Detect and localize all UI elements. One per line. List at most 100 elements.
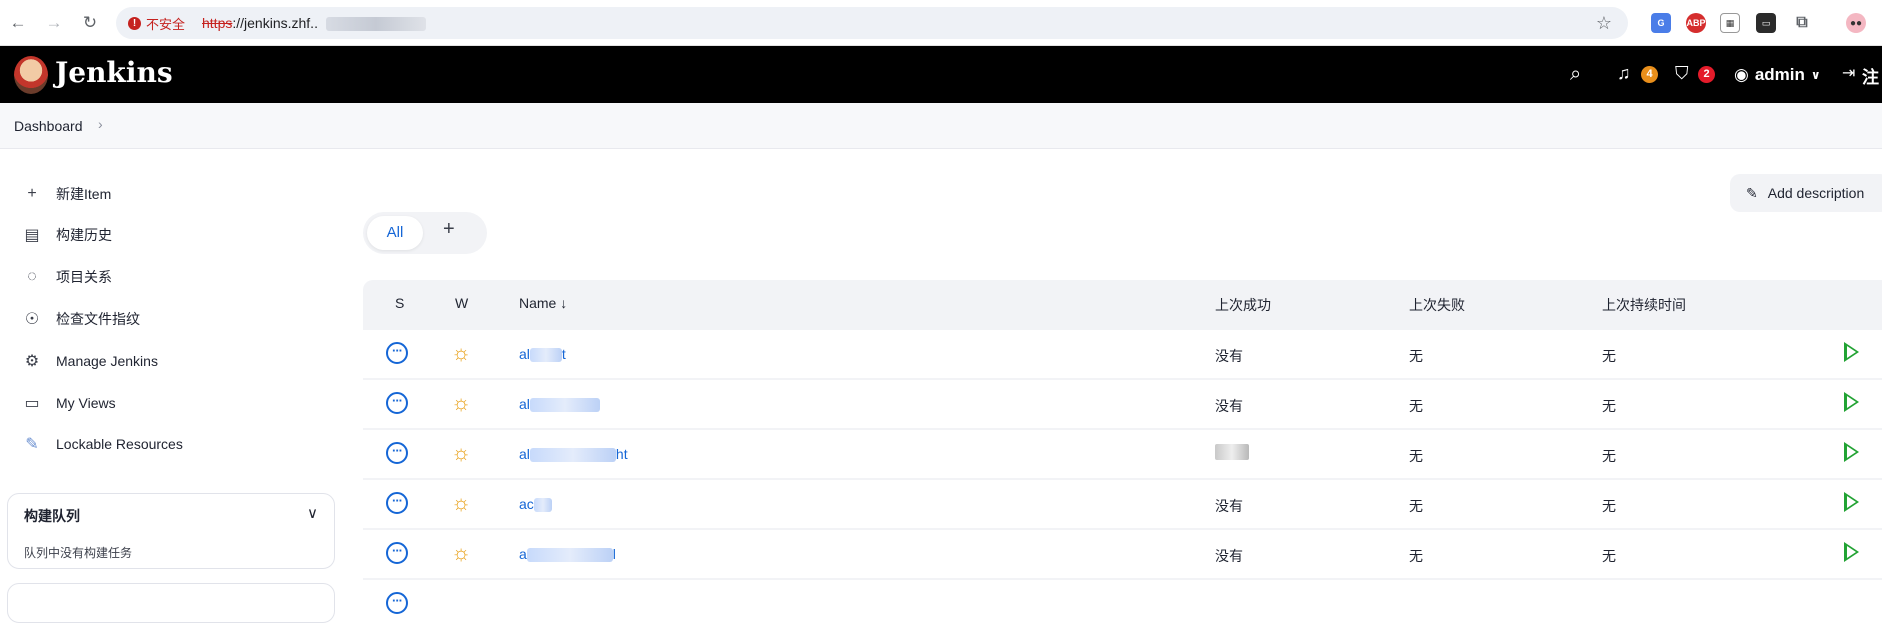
sidebar-item-build-history[interactable]: ▤ 构建历史	[22, 222, 112, 248]
sidebar-item-label: 构建历史	[56, 227, 112, 243]
status-not-built-icon[interactable]: ···	[386, 392, 408, 414]
browser-toolbar: ← → ↻ ! 不安全 https://jenkins.zhf.. ☆ G AB…	[0, 0, 1882, 46]
logout-icon[interactable]: ⇥	[1842, 63, 1855, 83]
relationship-icon: ◌	[27, 268, 37, 285]
sidebar-item-manage-jenkins[interactable]: ⚙ Manage Jenkins	[22, 348, 158, 374]
search-icon[interactable]: ⌕	[1570, 63, 1581, 86]
table-header: S W Name ↓ 上次成功 上次失败 上次持续时间	[363, 280, 1882, 328]
build-now-play-icon[interactable]	[1844, 492, 1859, 512]
build-queue-empty: 队列中没有构建任务	[24, 546, 133, 560]
add-description-button[interactable]: ✎ Add description	[1730, 174, 1882, 212]
inbox-icon: ▤	[24, 227, 40, 244]
column-last-failure[interactable]: 上次失败	[1409, 295, 1465, 315]
url-text: https://jenkins.zhf..	[202, 15, 318, 31]
brand-title[interactable]: Jenkins	[55, 56, 173, 89]
pencil-icon: ✎	[1746, 184, 1758, 201]
sidebar-item-label: 检查文件指纹	[56, 311, 140, 327]
last-duration: 无	[1602, 548, 1616, 564]
breadcrumb-dashboard[interactable]: Dashboard	[14, 118, 83, 134]
last-success: 没有	[1215, 348, 1243, 364]
sidebar-item-fingerprint[interactable]: ☉ 检查文件指纹	[22, 306, 140, 332]
security-badge[interactable]: 2	[1698, 66, 1715, 83]
view-tabs: All +	[363, 212, 487, 254]
bell-icon[interactable]: ♫	[1617, 63, 1631, 84]
chevron-down-icon[interactable]: ∨	[307, 504, 318, 522]
last-failure: 无	[1409, 348, 1423, 364]
fingerprint-icon: ☉	[24, 311, 40, 328]
url-scheme: https	[202, 15, 233, 31]
last-duration: 无	[1602, 448, 1616, 464]
column-name[interactable]: Name ↓	[519, 295, 567, 311]
shield-icon[interactable]: ⛉	[1675, 63, 1689, 84]
table-row: ··· ☼ al t 没有 无 无	[363, 328, 1882, 376]
job-link[interactable]: al	[519, 396, 600, 413]
table-row: ··· ☼ al ht 无 无	[363, 428, 1882, 476]
status-not-built-icon[interactable]: ···	[386, 342, 408, 364]
last-failure: 无	[1409, 498, 1423, 514]
column-name-label: Name	[519, 295, 557, 311]
puzzle-extensions-icon[interactable]: ⧉	[1792, 13, 1812, 33]
sidebar-item-my-views[interactable]: ▭ My Views	[22, 390, 116, 416]
jenkins-logo-icon[interactable]	[14, 56, 48, 94]
last-success: 没有	[1215, 548, 1243, 564]
adblock-extension-icon[interactable]: ABP	[1686, 13, 1706, 33]
sidebar-item-label: 项目关系	[56, 269, 112, 285]
forward-icon[interactable]: →	[42, 11, 66, 35]
status-not-built-icon[interactable]: ···	[386, 592, 408, 614]
qr-extension-icon[interactable]: ▦	[1720, 13, 1740, 33]
user-circle-icon: ◉	[1734, 65, 1749, 84]
job-link[interactable]: al t	[519, 346, 566, 363]
back-icon[interactable]: ←	[6, 11, 30, 35]
job-link[interactable]: al	[519, 546, 616, 563]
sidebar-item-label: My Views	[56, 395, 116, 411]
status-not-built-icon[interactable]: ···	[386, 542, 408, 564]
table-row: ··· ☼ al 没有 无 无	[363, 528, 1882, 576]
build-now-play-icon[interactable]	[1844, 342, 1859, 362]
column-last-duration[interactable]: 上次持续时间	[1602, 295, 1686, 315]
status-not-built-icon[interactable]: ···	[386, 442, 408, 464]
notifications-badge[interactable]: 4	[1641, 66, 1658, 83]
table-row: ··· ☼ ac 没有 无 无	[363, 478, 1882, 526]
status-not-built-icon[interactable]: ···	[386, 492, 408, 514]
job-link[interactable]: ac	[519, 496, 552, 513]
lock-resource-icon: ✎	[25, 436, 39, 453]
sidebar-item-lockable-resources[interactable]: ✎ Lockable Resources	[22, 431, 183, 457]
last-success-redacted	[1215, 444, 1249, 463]
security-indicator[interactable]: ! 不安全	[128, 13, 185, 33]
build-now-play-icon[interactable]	[1844, 542, 1859, 562]
column-status[interactable]: S	[395, 295, 404, 311]
build-now-play-icon[interactable]	[1844, 392, 1859, 412]
tab-all[interactable]: All	[367, 216, 423, 250]
sidebar-item-new-item[interactable]: + 新建Item	[22, 181, 111, 207]
sidebar-item-project-relationship[interactable]: ◌ 项目关系	[22, 264, 112, 290]
add-view-button[interactable]: +	[443, 218, 455, 241]
last-failure: 无	[1409, 448, 1423, 464]
user-menu[interactable]: ◉ admin ∨	[1734, 65, 1821, 85]
screen-extension-icon[interactable]: ▭	[1756, 13, 1776, 33]
profile-avatar[interactable]: ●●	[1846, 13, 1866, 33]
last-duration: 无	[1602, 398, 1616, 414]
column-weather[interactable]: W	[455, 295, 468, 311]
reload-icon[interactable]: ↻	[78, 11, 102, 35]
sunny-weather-icon: ☼	[451, 390, 472, 415]
last-duration: 无	[1602, 498, 1616, 514]
sunny-weather-icon: ☼	[451, 490, 472, 515]
build-now-play-icon[interactable]	[1844, 442, 1859, 462]
last-duration: 无	[1602, 348, 1616, 364]
build-queue-title[interactable]: 构建队列	[24, 506, 80, 526]
plus-icon: +	[27, 185, 37, 202]
sunny-weather-icon: ☼	[451, 540, 472, 565]
url-redacted	[326, 17, 426, 31]
chevron-right-icon[interactable]: ›	[98, 116, 103, 132]
address-bar[interactable]: ! 不安全 https://jenkins.zhf.. ☆	[116, 7, 1628, 39]
security-label: 不安全	[146, 16, 186, 32]
column-last-success[interactable]: 上次成功	[1215, 295, 1271, 315]
last-failure: 无	[1409, 548, 1423, 564]
table-row: ··· ☼ al 没有 无 无	[363, 378, 1882, 426]
logout-label[interactable]: 注	[1862, 63, 1879, 88]
user-name: admin	[1754, 65, 1805, 84]
sunny-weather-icon: ☼	[451, 440, 472, 465]
job-link[interactable]: al ht	[519, 446, 628, 463]
translate-extension-icon[interactable]: G	[1651, 13, 1671, 33]
bookmark-star-icon[interactable]: ☆	[1596, 13, 1612, 34]
